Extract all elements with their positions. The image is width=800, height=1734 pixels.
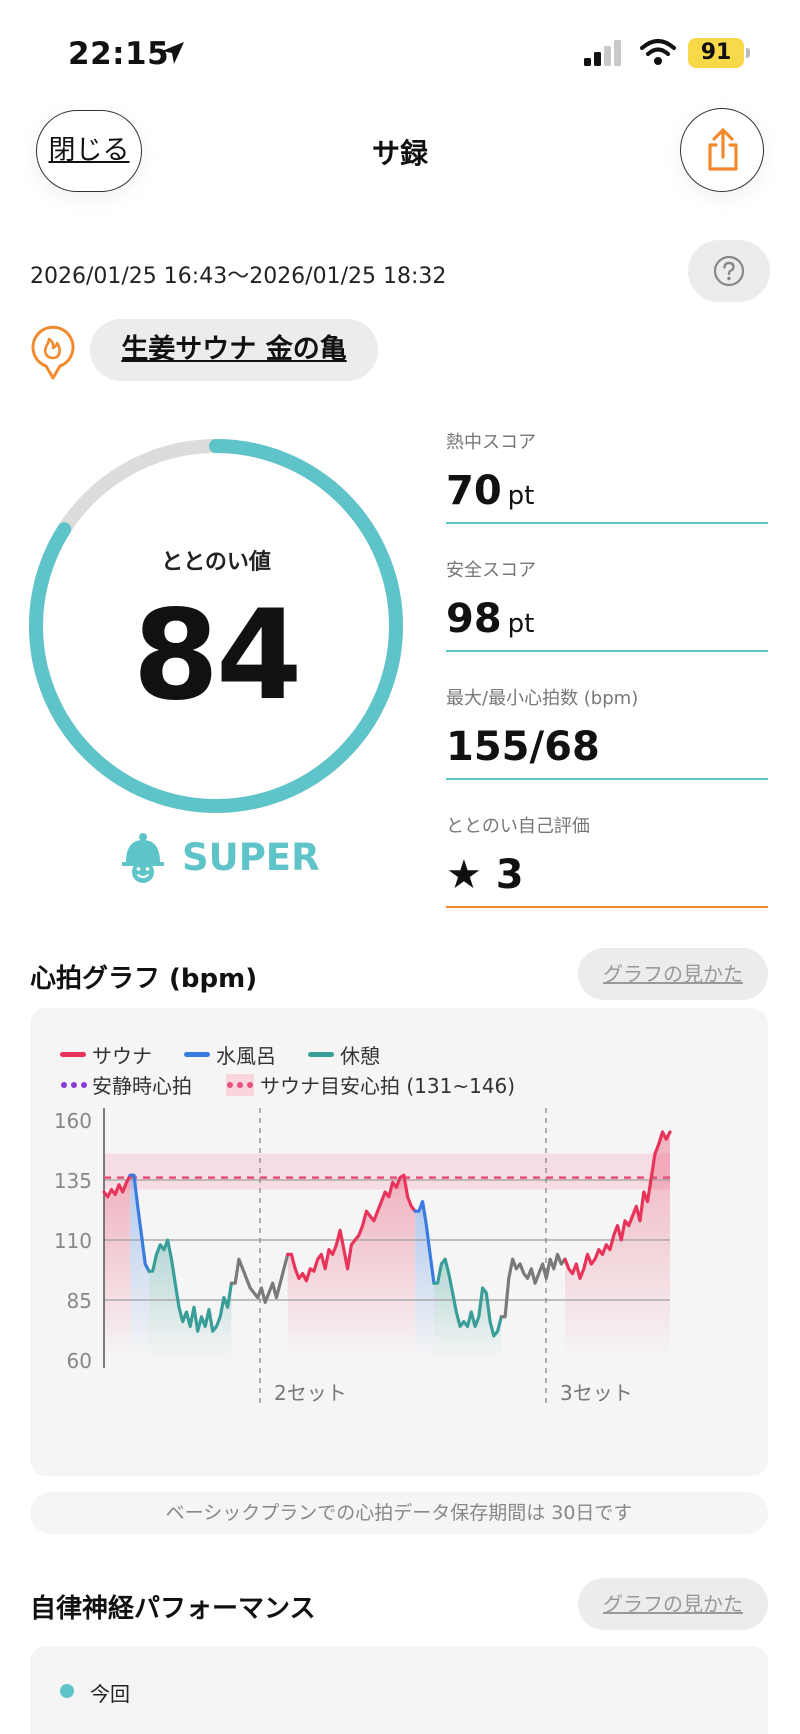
score-heat: 熱中スコア 70 pt (446, 428, 768, 524)
set-label: 3セット (560, 1381, 633, 1405)
location-arrow-icon (162, 42, 184, 64)
score-unit: pt (507, 481, 535, 511)
battery-nub (746, 48, 750, 58)
score-number: 98 (446, 596, 502, 642)
heart-rate-chart-card: サウナ 水風呂 休憩 安静時心拍 サウナ目安心拍 (131~146) 2セット 3… (30, 1008, 768, 1476)
gauge-value: 84 (132, 584, 303, 728)
question-icon (713, 255, 745, 287)
score-heart-rate: 最大/最小心拍数 (bpm) 155/68 (446, 684, 768, 780)
y-tick-label: 160 (54, 1109, 92, 1133)
score-label: 安全スコア (446, 560, 536, 581)
share-button[interactable] (680, 108, 764, 192)
place-link[interactable]: 生姜サウナ 金の亀 (90, 319, 378, 381)
battery-icon: 91 (688, 38, 744, 68)
score-underline (446, 522, 768, 524)
score-unit: pt (507, 609, 535, 639)
anp-legend-dot (60, 1684, 74, 1698)
anp-legend-label: 今回 (90, 1682, 130, 1706)
anp-howto-button[interactable]: グラフの見かた (578, 1578, 768, 1630)
score-underline (446, 906, 768, 908)
score-underline (446, 650, 768, 652)
score-safety: 安全スコア 98 pt (446, 556, 768, 652)
share-icon (708, 128, 738, 171)
help-button[interactable] (688, 240, 770, 302)
battery-level: 91 (700, 40, 732, 65)
session-date-range: 2026/01/25 16:43〜2026/01/25 18:32 (30, 264, 447, 289)
score-value: 155/68 (446, 724, 600, 770)
cellular-signal-icon (584, 40, 621, 66)
sauna-area-0 (104, 1175, 131, 1360)
status-bar: 22:15 91 (0, 0, 800, 96)
self-rating-value: ★ 3 (446, 852, 524, 898)
sauna-hat-mascot-icon (122, 833, 164, 883)
notice-text: ベーシックプランでの心拍データ保存期間は 30日です (165, 1502, 633, 1524)
score-self-rating[interactable]: ととのい自己評価 ★ 3 (446, 812, 768, 908)
target-hr-band (104, 1153, 670, 1190)
score-number: 70 (446, 468, 502, 514)
wifi-icon (640, 39, 676, 65)
anp-title: 自律神経パフォーマンス (30, 1594, 316, 1624)
heart-rate-chart: 2セット 3セット 160 135 110 85 60 (54, 1108, 672, 1405)
howto-label: グラフの見かた (603, 962, 743, 986)
idle-line-7 (499, 1252, 567, 1319)
howto-label: グラフの見かた (603, 1592, 743, 1616)
heart-graph-title: 心拍グラフ (bpm) (30, 964, 258, 994)
y-tick-label: 110 (54, 1229, 92, 1253)
rank-label: SUPER (182, 836, 320, 879)
sauna-area-4 (287, 1175, 416, 1360)
gauge-label: ととのい値 (161, 550, 271, 575)
sauna-flame-pin-icon (31, 325, 75, 380)
score-label: 最大/最小心拍数 (bpm) (446, 688, 639, 709)
water-area-5 (415, 1201, 434, 1360)
status-time: 22:15 (68, 36, 170, 72)
place-name: 生姜サウナ 金の亀 (121, 334, 347, 365)
y-tick-label: 85 (67, 1289, 92, 1313)
anp-chart-card: 今回 (30, 1646, 768, 1734)
rest-area-6 (433, 1259, 502, 1360)
heart-graph-howto-button[interactable]: グラフの見かた (578, 948, 768, 1000)
y-tick-label: 60 (67, 1349, 92, 1373)
set-label: 2セット (274, 1381, 347, 1405)
score-underline (446, 778, 768, 780)
data-retention-notice: ベーシックプランでの心拍データ保存期間は 30日です (30, 1492, 768, 1534)
score-value: 98 pt (446, 596, 534, 642)
score-value: 70 pt (446, 468, 534, 514)
score-label: ととのい自己評価 (446, 816, 590, 837)
score-label: 熱中スコア (446, 432, 536, 453)
y-tick-label: 135 (54, 1169, 92, 1193)
